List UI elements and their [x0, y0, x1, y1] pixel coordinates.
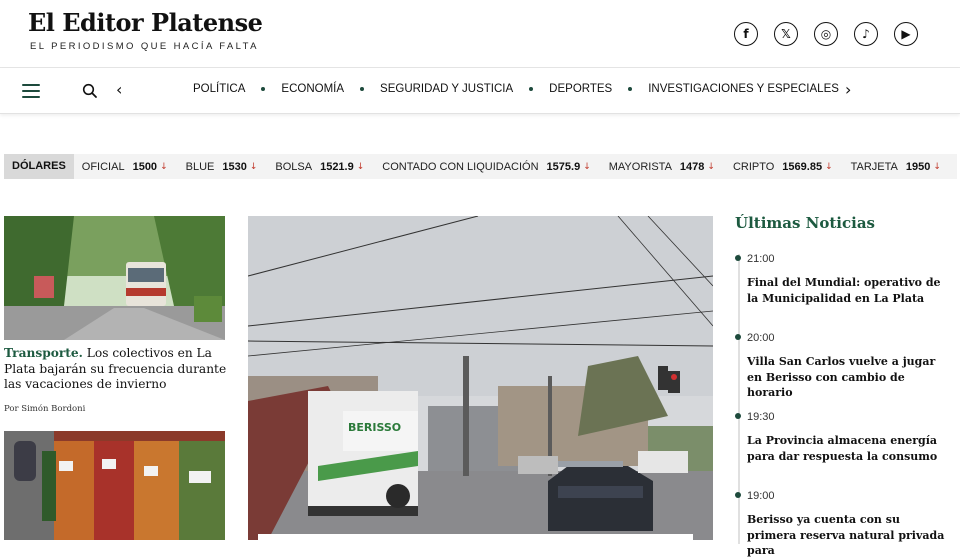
- currency-item: OFICIAL 1500 ↓: [82, 161, 168, 173]
- timeline-line: [738, 254, 740, 544]
- currency-item: TARJETA 1950 ↓: [851, 161, 941, 173]
- down-arrow-icon: ↓: [583, 161, 591, 172]
- currency-item: CRIPTO 1569.85 ↓: [733, 161, 833, 173]
- down-arrow-icon: ↓: [249, 161, 258, 172]
- currency-value: 1950: [905, 160, 931, 173]
- nav-next-arrow-icon[interactable]: ›: [845, 80, 851, 99]
- timeline-dot: [735, 334, 741, 340]
- nav-item-investigaciones[interactable]: INVESTIGACIONES Y ESPECIALES: [648, 83, 839, 95]
- article-kicker: Transporte.: [4, 346, 83, 360]
- produce-photo[interactable]: [4, 431, 225, 540]
- search-icon[interactable]: [82, 83, 98, 99]
- site-logo[interactable]: El Editor Platense: [28, 8, 263, 37]
- down-arrow-icon: ↓: [933, 161, 941, 172]
- facebook-icon[interactable]: f: [734, 22, 758, 46]
- tiktok-icon[interactable]: ♪: [854, 22, 878, 46]
- news-time: 19:30: [747, 411, 775, 423]
- article-byline: Por Simón Bordoni: [4, 404, 86, 414]
- truck-sign: BERISSO: [348, 421, 401, 434]
- timeline-dot: [735, 492, 741, 498]
- news-headline[interactable]: La Provincia almacena energía para dar r…: [747, 433, 952, 464]
- x-icon[interactable]: 𝕏: [774, 22, 798, 46]
- news-time: 19:00: [747, 490, 775, 502]
- timeline-dot: [735, 413, 741, 419]
- nav-item-politica[interactable]: POLÍTICA: [193, 83, 245, 95]
- nav-prev-arrow-icon[interactable]: ‹: [116, 80, 122, 99]
- nav-item-deportes[interactable]: DEPORTES: [549, 83, 612, 95]
- currency-item: BLUE 1530 ↓: [186, 161, 258, 173]
- currency-value: 1575.9: [546, 160, 581, 173]
- currency-value: 1521.9: [320, 160, 354, 173]
- down-arrow-icon: ↓: [707, 161, 715, 172]
- menu-icon[interactable]: [22, 84, 40, 98]
- latest-news-title: Últimas Noticias: [735, 214, 876, 232]
- currency-name: OFICIAL: [81, 160, 125, 173]
- news-time: 21:00: [747, 253, 775, 265]
- news-headline[interactable]: Berisso ya cuenta con su primera reserva…: [747, 512, 952, 559]
- news-headline[interactable]: Final del Mundial: operativo de la Munic…: [747, 275, 952, 306]
- currency-item: CONTADO CON LIQUIDACIÓN 1575.9 ↓: [382, 161, 590, 173]
- currency-value: 1478: [679, 160, 705, 173]
- news-time: 20:00: [747, 332, 775, 344]
- article-transport[interactable]: Transporte. Los colectivos en La Plata b…: [4, 346, 228, 393]
- currency-item: BOLSA 1521.9 ↓: [275, 161, 364, 173]
- currency-name: CONTADO CON LIQUIDACIÓN: [382, 160, 539, 173]
- timeline-dot: [735, 255, 741, 261]
- currency-name: CRIPTO: [732, 160, 775, 173]
- news-headline[interactable]: Villa San Carlos vuelve a jugar en Beris…: [747, 354, 952, 401]
- currency-name: BOLSA: [275, 160, 313, 173]
- nav-separator-dot: [529, 87, 534, 91]
- site-header: El Editor Platense EL PERIODISMO QUE HAC…: [0, 0, 960, 68]
- currency-name: BLUE: [185, 160, 215, 173]
- nav-separator-dot: [360, 87, 365, 91]
- currency-value: 1500: [132, 160, 158, 173]
- instagram-icon[interactable]: ◎: [814, 22, 838, 46]
- currency-ticker: DÓLARES OFICIAL 1500 ↓ BLUE 1530 ↓ BOLSA 1521…: [4, 154, 957, 179]
- social-links: f 𝕏 ◎ ♪ ▶: [734, 22, 918, 46]
- main-story-photo[interactable]: BERISSO: [248, 216, 713, 540]
- currency-name: TARJETA: [850, 160, 898, 173]
- currency-value: 1569.85: [782, 160, 823, 173]
- bus-photo[interactable]: [4, 216, 225, 340]
- main-nav: ‹ POLÍTICA ECONOMÍA SEGURIDAD Y JUSTICIA…: [0, 68, 960, 114]
- youtube-icon[interactable]: ▶: [894, 22, 918, 46]
- currency-label: DÓLARES: [4, 154, 74, 179]
- nav-separator-dot: [261, 87, 266, 91]
- nav-items: POLÍTICA ECONOMÍA SEGURIDAD Y JUSTICIA D…: [193, 83, 839, 95]
- down-arrow-icon: ↓: [825, 161, 833, 172]
- nav-separator-dot: [628, 87, 633, 91]
- currency-value: 1530: [222, 160, 247, 173]
- site-tagline: EL PERIODISMO QUE HACÍA FALTA: [30, 41, 259, 52]
- currency-name: MAYORISTA: [608, 160, 672, 173]
- nav-item-seguridad-justicia[interactable]: SEGURIDAD Y JUSTICIA: [380, 83, 513, 95]
- down-arrow-icon: ↓: [160, 161, 168, 172]
- nav-item-economia[interactable]: ECONOMÍA: [281, 83, 344, 95]
- down-arrow-icon: ↓: [356, 161, 365, 172]
- currency-item: MAYORISTA 1478 ↓: [609, 161, 715, 173]
